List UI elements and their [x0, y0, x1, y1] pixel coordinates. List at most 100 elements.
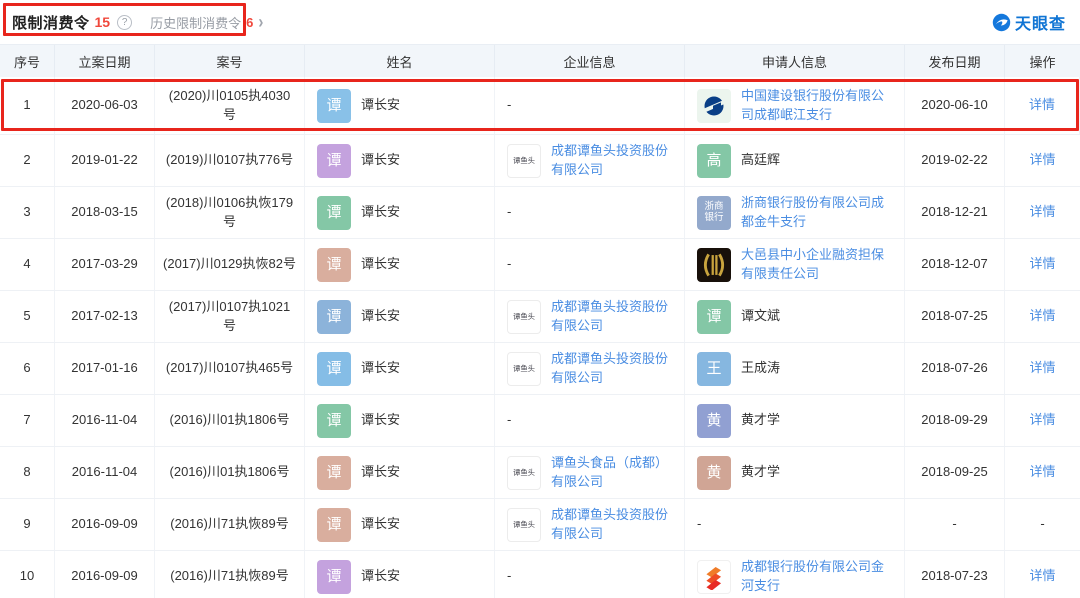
- help-icon[interactable]: ?: [117, 14, 133, 30]
- person-cell: 谭谭长安: [305, 239, 495, 290]
- table-row: 5 2017-02-13 (2017)川0107执1021号谭谭长安 谭鱼头 成都谭鱼头…: [0, 291, 1080, 343]
- detail-link[interactable]: 详情: [1029, 463, 1055, 482]
- section-count-badge: 15: [94, 14, 111, 30]
- table-row: 9 2016-09-09 (2016)川71执恢89号谭谭长安 谭鱼头 成都谭鱼头投资股…: [0, 499, 1080, 551]
- applicant-cell: 中国建设银行股份有限公司成都岷江支行: [685, 77, 905, 134]
- filing-date-cell: 2017-03-29: [55, 239, 155, 290]
- action-cell: 详情: [1005, 343, 1080, 394]
- filing-date-cell: 2019-01-22: [55, 135, 155, 186]
- row-index-cell: 9: [0, 499, 55, 550]
- person-name: 谭长安: [361, 308, 401, 324]
- table-body: 1 2020-06-03 (2020)川0105执4030号谭谭长安 - 中国建设银行股…: [0, 77, 1080, 598]
- filing-date-cell: 2016-09-09: [55, 499, 155, 550]
- company-cell: 谭鱼头 成都谭鱼头投资股份有限公司: [495, 499, 685, 550]
- table-row: 1 2020-06-03 (2020)川0105执4030号谭谭长安 - 中国建设银行股…: [0, 77, 1080, 135]
- applicant-link[interactable]: 中国建设银行股份有限公司成都岷江支行: [741, 87, 896, 125]
- applicant-cell: 浙商 银行 浙商银行股份有限公司成都金牛支行: [685, 187, 905, 238]
- action-cell: 详情: [1005, 395, 1080, 446]
- applicant-cell: 成都银行股份有限公司金河支行: [685, 551, 905, 598]
- applicant-link[interactable]: 大邑县中小企业融资担保有限责任公司: [741, 246, 896, 284]
- row-index-cell: 4: [0, 239, 55, 290]
- detail-link[interactable]: 详情: [1029, 307, 1055, 326]
- person-cell: 谭谭长安: [305, 291, 495, 342]
- company-cell: 谭鱼头 成都谭鱼头投资股份有限公司: [495, 291, 685, 342]
- applicant-name: 黄才学: [741, 412, 781, 428]
- detail-link[interactable]: 详情: [1029, 255, 1055, 274]
- person-name: 谭长安: [361, 568, 401, 584]
- col-header-name: 姓名: [305, 45, 495, 77]
- publish-date-cell: 2020-06-10: [905, 77, 1005, 134]
- detail-link[interactable]: 详情: [1029, 567, 1055, 586]
- table-row: 6 2017-01-16 (2017)川0107执465号谭谭长安 谭鱼头 成都谭鱼头投…: [0, 343, 1080, 395]
- company-link[interactable]: 成都谭鱼头投资股份有限公司: [551, 298, 676, 336]
- company-cell: 谭鱼头 成都谭鱼头投资股份有限公司: [495, 135, 685, 186]
- history-link[interactable]: 历史限制消费令 6 ›: [150, 11, 264, 33]
- person-cell: 谭谭长安: [305, 499, 495, 550]
- case-number-cell: (2016)川71执恢89号: [155, 551, 305, 598]
- publish-date-cell: 2018-07-25: [905, 291, 1005, 342]
- row-index-cell: 7: [0, 395, 55, 446]
- col-header-no: 序号: [0, 45, 55, 77]
- applicant-link[interactable]: 成都银行股份有限公司金河支行: [741, 558, 896, 596]
- person-avatar: 谭: [317, 403, 351, 438]
- col-header-filing-date: 立案日期: [55, 45, 155, 77]
- applicant-cell: 高高廷辉: [685, 135, 905, 186]
- empty-dash: -: [507, 568, 512, 584]
- person-cell: 谭谭长安: [305, 395, 495, 446]
- detail-link[interactable]: 详情: [1029, 203, 1055, 222]
- case-number-cell: (2017)川0107执1021号: [155, 291, 305, 342]
- tanyutou-logo: 谭鱼头: [507, 143, 541, 178]
- detail-link[interactable]: 详情: [1029, 411, 1055, 430]
- company-link[interactable]: 谭鱼头食品（成都）有限公司: [551, 454, 676, 492]
- publish-date-cell: 2018-07-26: [905, 343, 1005, 394]
- company-link[interactable]: 成都谭鱼头投资股份有限公司: [551, 142, 676, 180]
- dayi-logo: [697, 247, 731, 282]
- applicant-name: 黄才学: [741, 464, 781, 480]
- applicant-link[interactable]: 浙商银行股份有限公司成都金牛支行: [741, 194, 896, 232]
- detail-link[interactable]: 详情: [1029, 359, 1055, 378]
- case-number-cell: (2016)川71执恢89号: [155, 499, 305, 550]
- person-avatar: 谭: [317, 88, 351, 123]
- brand-name: 天眼查: [1014, 16, 1066, 33]
- applicant-avatar: 黄: [697, 455, 731, 490]
- case-number-cell: (2020)川0105执4030号: [155, 77, 305, 134]
- applicant-cell: -: [685, 499, 905, 550]
- company-cell: -: [495, 395, 685, 446]
- action-cell: 详情: [1005, 551, 1080, 598]
- action-cell: 详情: [1005, 239, 1080, 290]
- empty-dash: -: [507, 256, 512, 272]
- applicant-avatar: 高: [697, 143, 731, 178]
- company-link[interactable]: 成都谭鱼头投资股份有限公司: [551, 506, 676, 544]
- publish-date-cell: 2018-09-29: [905, 395, 1005, 446]
- row-index-cell: 10: [0, 551, 55, 598]
- col-header-applicant-info: 申请人信息: [685, 45, 905, 77]
- section-header: 限制消费令 15 ? 历史限制消费令 6 › 天眼查: [0, 0, 1080, 44]
- col-header-case-no: 案号: [155, 45, 305, 77]
- person-name: 谭长安: [361, 204, 401, 220]
- empty-dash: -: [507, 97, 512, 113]
- applicant-avatar: 谭: [697, 299, 731, 334]
- filing-date-cell: 2017-01-16: [55, 343, 155, 394]
- tanyutou-logo: 谭鱼头: [507, 455, 541, 490]
- row-index-cell: 6: [0, 343, 55, 394]
- applicant-cell: 黄黄才学: [685, 395, 905, 446]
- filing-date-cell: 2018-03-15: [55, 187, 155, 238]
- action-cell: 详情: [1005, 135, 1080, 186]
- row-index-cell: 1: [0, 77, 55, 134]
- chevron-right-icon: ›: [258, 11, 264, 33]
- case-number-cell: (2017)川0107执465号: [155, 343, 305, 394]
- row-index-cell: 2: [0, 135, 55, 186]
- detail-link[interactable]: 详情: [1029, 96, 1055, 115]
- table-row: 7 2016-11-04 (2016)川01执1806号谭谭长安 - 黄黄才学 2018-…: [0, 395, 1080, 447]
- applicant-cell: 谭谭文斌: [685, 291, 905, 342]
- filing-date-cell: 2016-09-09: [55, 551, 155, 598]
- table-row: 4 2017-03-29 (2017)川0129执恢82号谭谭长安 - 大邑县中小企业融…: [0, 239, 1080, 291]
- company-cell: 谭鱼头 谭鱼头食品（成都）有限公司: [495, 447, 685, 498]
- applicant-name: 王成涛: [741, 360, 781, 376]
- detail-link[interactable]: 详情: [1029, 151, 1055, 170]
- table-row: 10 2016-09-09 (2016)川71执恢89号谭谭长安 - 成都银行股份有限公…: [0, 551, 1080, 598]
- table-header: 序号 立案日期 案号 姓名 企业信息 申请人信息 发布日期 操作: [0, 44, 1080, 77]
- company-link[interactable]: 成都谭鱼头投资股份有限公司: [551, 350, 676, 388]
- case-number-cell: (2019)川0107执776号: [155, 135, 305, 186]
- case-number-cell: (2017)川0129执恢82号: [155, 239, 305, 290]
